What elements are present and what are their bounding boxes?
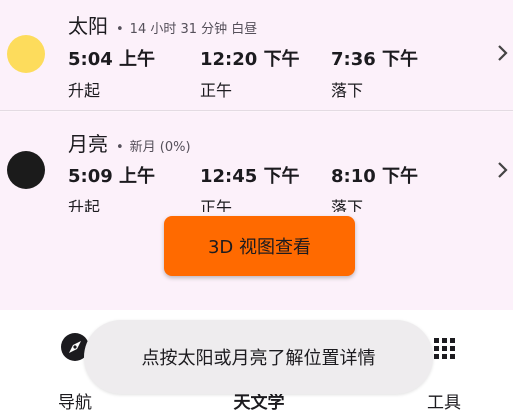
moon-transit-time: 12:45 下午 (200, 166, 300, 187)
sunrise-label: 升起 (68, 81, 101, 100)
moon-card[interactable]: 月亮 • 新月 (0%) 5:09 上午 升起 12:45 下午 正午 8:10… (0, 112, 513, 312)
moon-icon (7, 151, 45, 189)
moon-card-content: 月亮 • 新月 (0%) 5:09 上午 升起 12:45 下午 正午 8:10… (0, 112, 513, 212)
moon-title: 月亮 (68, 132, 108, 156)
view-3d-button[interactable]: 3D 视图查看 (164, 216, 355, 276)
solar-noon-time: 12:20 下午 (200, 49, 300, 70)
moonrise-label: 升起 (68, 198, 101, 212)
moon-title-row: 月亮 • 新月 (0%) (68, 128, 191, 157)
sun-card[interactable]: 太阳 • 14 小时 31 分钟 白昼 5:04 上午 升起 12:20 下午 … (0, 0, 513, 111)
sunset-time: 7:36 下午 (331, 49, 419, 70)
moon-phase: 新月 (0%) (129, 140, 191, 155)
sun-daylight-duration: 14 小时 31 分钟 白昼 (129, 22, 258, 37)
moonset-label: 落下 (331, 198, 364, 212)
chevron-right-icon[interactable] (495, 160, 511, 180)
solar-noon-label: 正午 (200, 81, 233, 100)
bullet: • (116, 140, 124, 155)
bullet: • (116, 22, 124, 37)
sun-title: 太阳 (68, 14, 108, 38)
sunrise-time: 5:04 上午 (68, 49, 156, 70)
grid-icon (434, 338, 455, 359)
chevron-right-icon[interactable] (495, 43, 511, 63)
moonrise-time: 5:09 上午 (68, 166, 156, 187)
sun-icon (7, 35, 45, 73)
sun-title-row: 太阳 • 14 小时 31 分钟 白昼 (68, 10, 257, 39)
sunset-label: 落下 (331, 81, 364, 100)
moon-transit-label: 正午 (200, 198, 233, 212)
toast-message: 点按太阳或月亮了解位置详情 (84, 320, 433, 394)
moonset-time: 8:10 下午 (331, 166, 419, 187)
